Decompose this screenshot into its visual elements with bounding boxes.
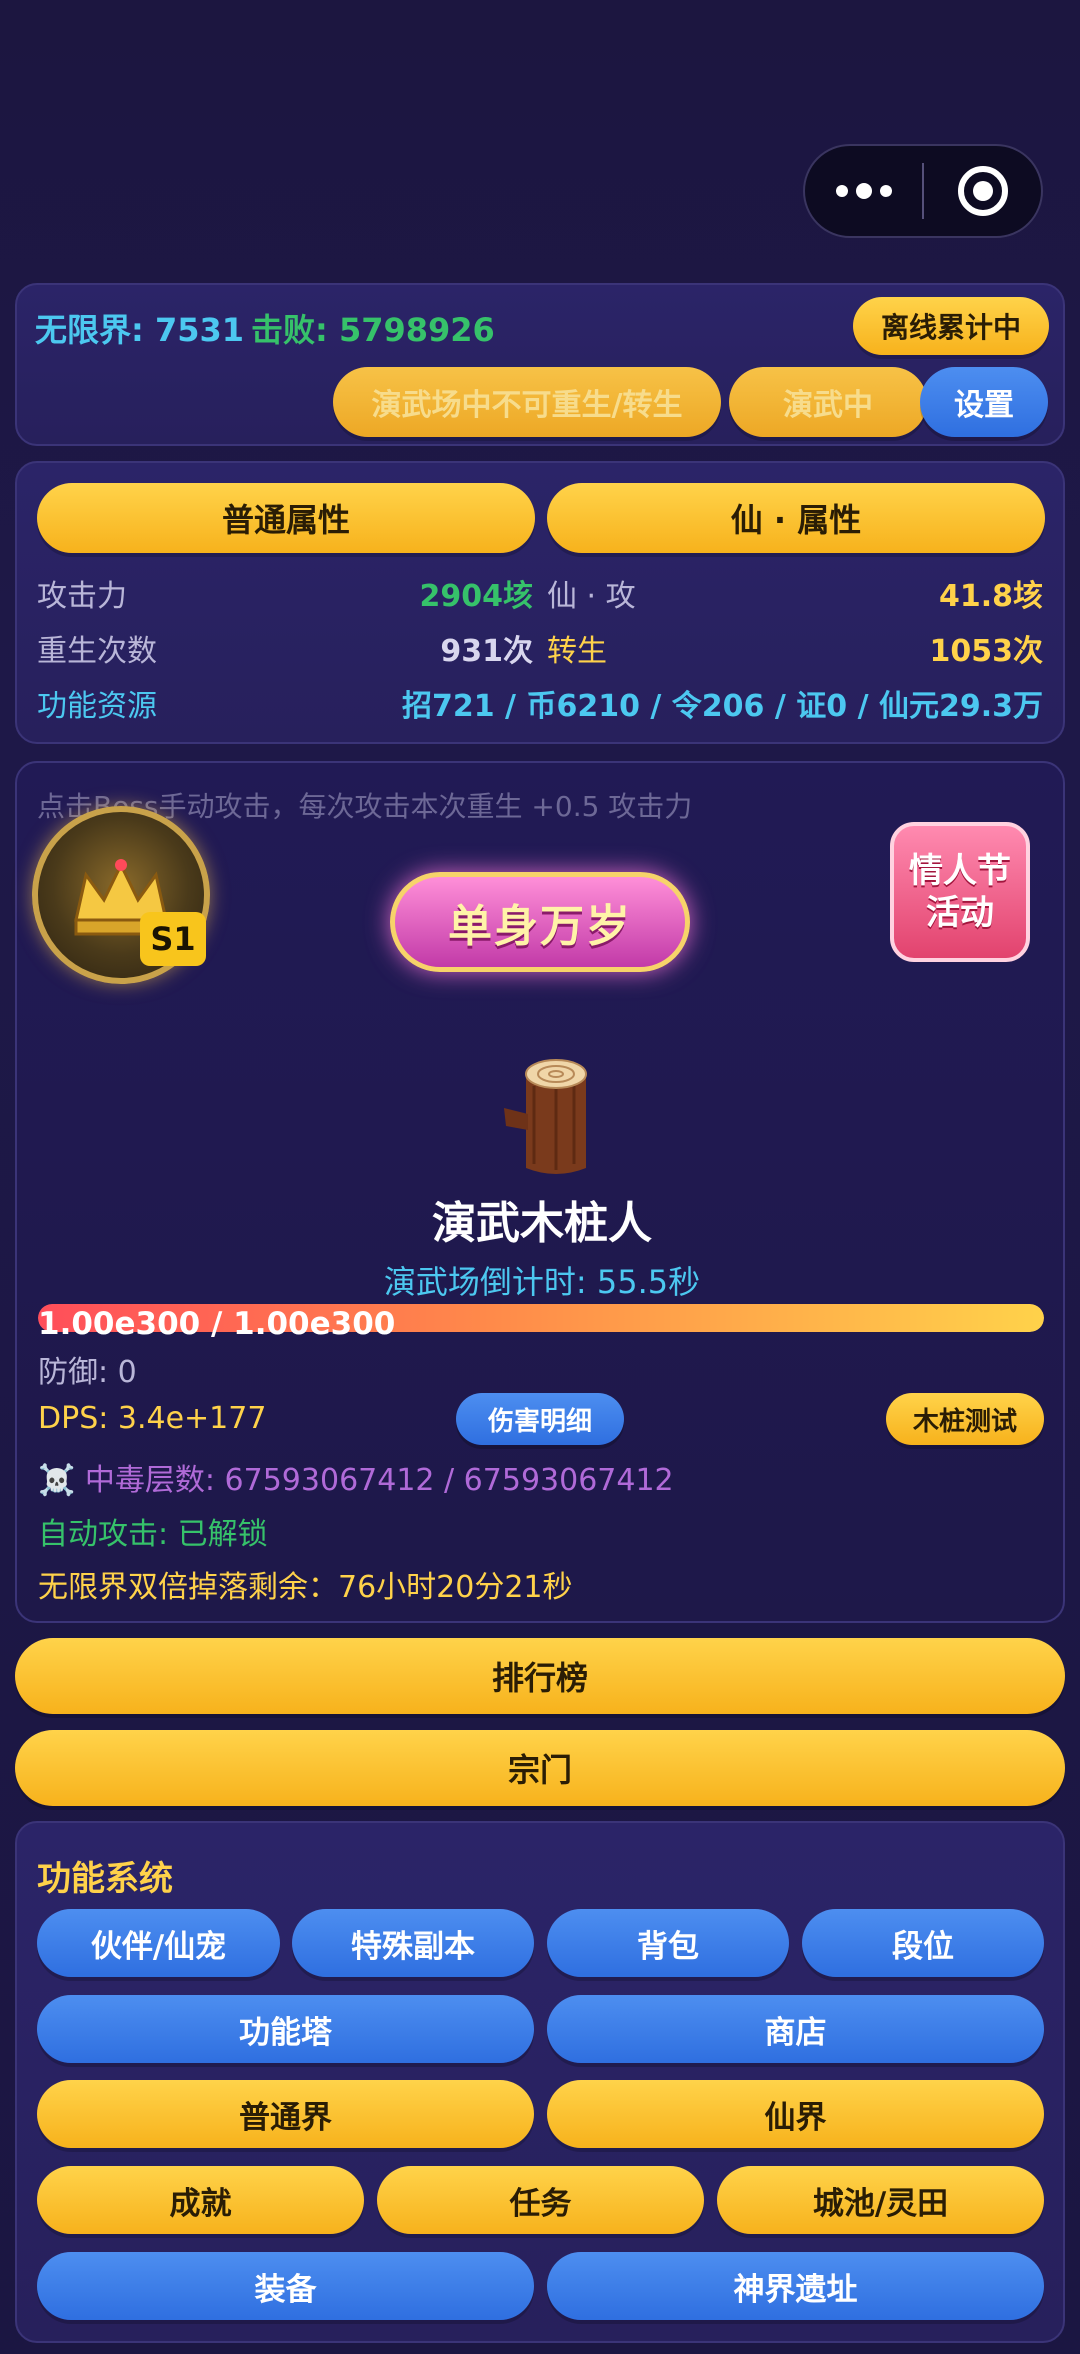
defense-text: 防御: 0 xyxy=(38,1355,137,1390)
attributes-panel: 普通属性 仙 · 属性 攻击力 2904垓 仙 · 攻 41.8垓 重生次数 9… xyxy=(15,461,1065,744)
offline-accumulate-button[interactable]: 离线累计中 xyxy=(853,297,1049,355)
hp-text: 1.00e300 / 1.00e300 xyxy=(38,1306,396,1342)
tab-immortal-attributes[interactable]: 仙 · 属性 xyxy=(547,483,1045,553)
normal-realm-button[interactable]: 普通界 xyxy=(37,2080,534,2148)
training-button[interactable]: 演武中 xyxy=(729,367,927,437)
wooden-stump-target[interactable] xyxy=(496,1056,596,1186)
valentine-event-button[interactable]: 情人节 活动 xyxy=(890,822,1030,962)
settings-button[interactable]: 设置 xyxy=(920,367,1048,437)
kills-label: 击败: 5798926 xyxy=(251,311,495,349)
close-miniprogram-icon[interactable] xyxy=(924,146,1041,236)
reincarnation-label: 转生 xyxy=(547,634,607,669)
double-drop-text: 无限界双倍掉落剩余：76小时20分21秒 xyxy=(38,1570,573,1605)
resource-label: 功能资源 xyxy=(37,689,157,724)
rebirth-disabled-button[interactable]: 演武场中不可重生/转生 xyxy=(333,367,721,437)
attack-value: 2904垓 xyxy=(419,579,534,614)
attack-label: 攻击力 xyxy=(37,579,127,614)
poison-row: ☠️ 中毒层数: 67593067412 / 67593067412 xyxy=(38,1455,674,1499)
season-badge: S1 xyxy=(140,912,206,966)
realm-label: 无限界: 7531 xyxy=(35,311,245,349)
target-name: 演武木桩人 xyxy=(432,1198,652,1249)
leaderboard-button[interactable]: 排行榜 xyxy=(15,1638,1065,1714)
rebirth-count-label: 重生次数 xyxy=(37,634,157,669)
shop-button[interactable]: 商店 xyxy=(547,1995,1044,2063)
stump-test-button[interactable]: 木桩测试 xyxy=(886,1393,1044,1445)
rank-tier-button[interactable]: 段位 xyxy=(802,1909,1044,1977)
features-title: 功能系统 xyxy=(37,1859,173,1899)
divine-ruins-button[interactable]: 神界遗址 xyxy=(547,2252,1044,2320)
tab-normal-attributes[interactable]: 普通属性 xyxy=(37,483,535,553)
more-icon[interactable] xyxy=(805,146,922,236)
valentine-line1: 情人节 xyxy=(909,851,1011,891)
city-field-button[interactable]: 城池/灵田 xyxy=(717,2166,1044,2234)
auto-attack-text: 自动攻击: 已解锁 xyxy=(38,1517,268,1552)
immortal-attack-value: 41.8垓 xyxy=(938,579,1043,614)
immortal-realm-button[interactable]: 仙界 xyxy=(547,2080,1044,2148)
achievement-button[interactable]: 成就 xyxy=(37,2166,364,2234)
countdown-text: 演武场倒计时: 55.5秒 xyxy=(383,1263,701,1301)
valentine-line2: 活动 xyxy=(926,893,994,933)
miniprogram-capsule xyxy=(803,144,1043,238)
rebirth-count-value: 931次 xyxy=(440,634,533,669)
equipment-button[interactable]: 装备 xyxy=(37,2252,534,2320)
dps-text: DPS: 3.4e+177 xyxy=(38,1401,267,1436)
damage-detail-button[interactable]: 伤害明细 xyxy=(456,1393,624,1445)
immortal-attack-label: 仙 · 攻 xyxy=(547,579,636,614)
reincarnation-value: 1053次 xyxy=(929,634,1044,669)
task-button[interactable]: 任务 xyxy=(377,2166,704,2234)
resource-value: 招721 / 币6210 / 令206 / 证0 / 仙元29.3万 xyxy=(401,689,1043,724)
poison-text: 中毒层数: 67593067412 / 67593067412 xyxy=(84,1463,674,1498)
partner-pet-button[interactable]: 伙伴/仙宠 xyxy=(37,1909,280,1977)
banner-text: 单身万岁 xyxy=(390,872,690,972)
skull-icon: ☠️ xyxy=(38,1463,76,1498)
sect-button[interactable]: 宗门 xyxy=(15,1730,1065,1806)
backpack-button[interactable]: 背包 xyxy=(547,1909,789,1977)
singles-event-banner[interactable]: 单身万岁 xyxy=(350,852,730,992)
status-panel: 无限界: 7531 击败: 5798926 离线累计中 演武场中不可重生/转生 … xyxy=(15,283,1065,446)
special-dungeon-button[interactable]: 特殊副本 xyxy=(292,1909,534,1977)
feature-tower-button[interactable]: 功能塔 xyxy=(37,1995,534,2063)
